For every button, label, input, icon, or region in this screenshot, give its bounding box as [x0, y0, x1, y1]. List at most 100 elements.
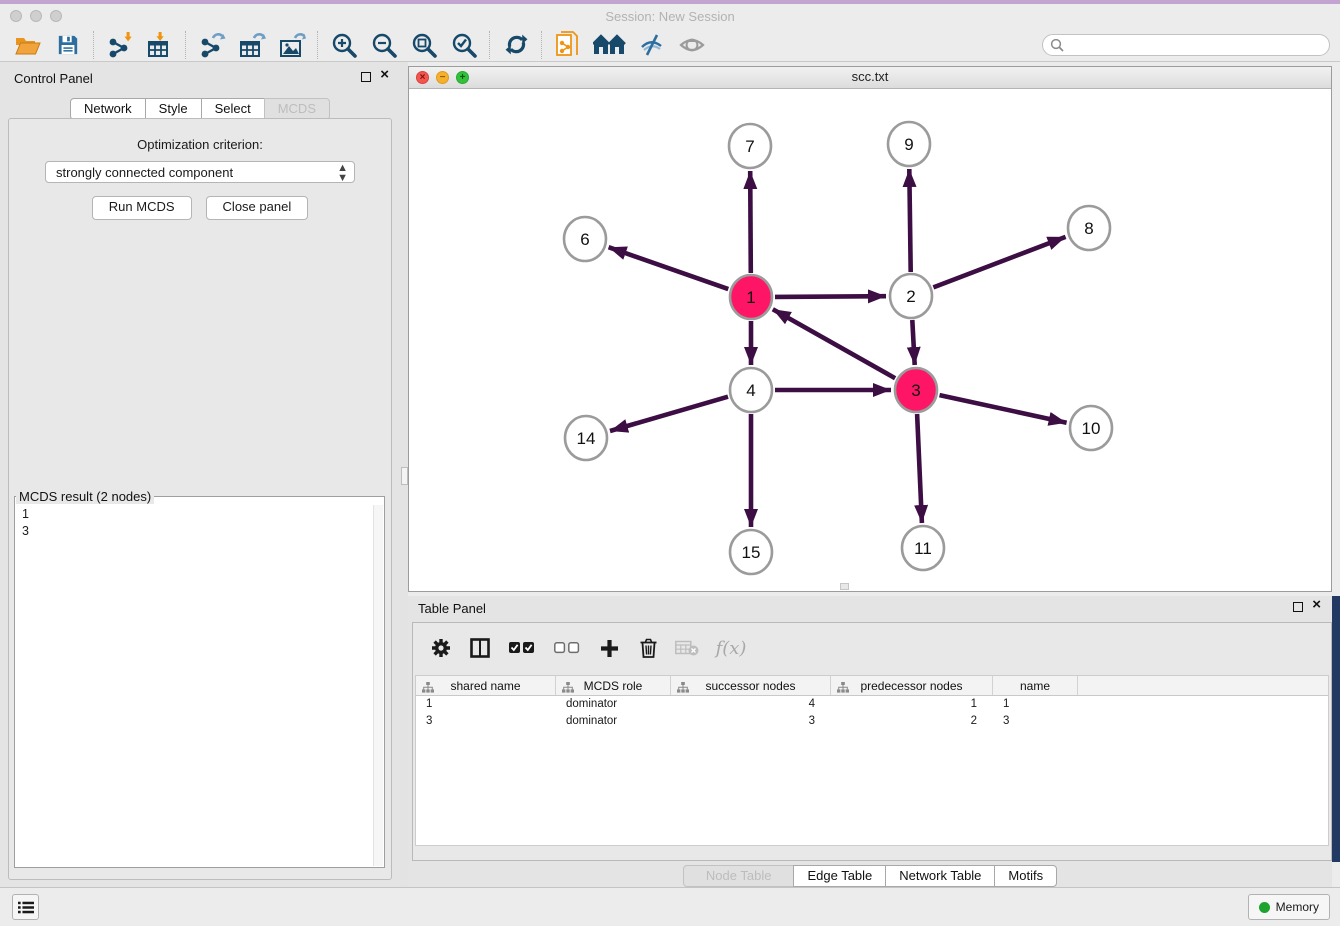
table-container: f(x) shared nameMCDS rolesuccessor nodes…	[412, 622, 1332, 861]
toggle-column-pane-button[interactable]	[468, 636, 492, 660]
memory-label: Memory	[1276, 900, 1319, 914]
network-graph[interactable]: 1234678910111415	[409, 88, 1331, 591]
eye-icon	[679, 34, 705, 56]
table-cell[interactable]: 2	[831, 715, 993, 727]
table-cell[interactable]: 1	[416, 698, 556, 710]
graph-edge-4-14[interactable]	[610, 397, 728, 431]
table-cell[interactable]: dominator	[556, 715, 671, 727]
export-network-button[interactable]	[192, 30, 232, 60]
tab-select[interactable]: Select	[201, 98, 265, 120]
tab-mcds[interactable]: MCDS	[264, 98, 330, 120]
float-panel-icon[interactable]	[361, 72, 371, 82]
panel-splitter[interactable]	[400, 62, 408, 888]
control-panel: Control Panel × Network Style Select MCD…	[0, 62, 400, 888]
import-table-button[interactable]	[140, 30, 180, 60]
graph-edge-3-10[interactable]	[940, 395, 1067, 423]
close-panel-icon[interactable]: ×	[380, 66, 389, 84]
float-table-panel-icon[interactable]	[1293, 602, 1303, 612]
show-graphics-details-button[interactable]	[672, 30, 712, 60]
network-window-titlebar[interactable]: × − + scc.txt	[409, 67, 1331, 89]
memory-button[interactable]: Memory	[1248, 894, 1330, 920]
graph-edge-2-9[interactable]	[909, 169, 910, 272]
open-session-button[interactable]	[8, 30, 48, 60]
table-row[interactable]: 1dominator411	[416, 696, 1328, 713]
graph-edge-1-6[interactable]	[609, 247, 729, 289]
zoom-in-button[interactable]	[324, 30, 364, 60]
delete-column-button[interactable]	[636, 636, 660, 660]
column-header-predecessor-nodes[interactable]: predecessor nodes	[831, 676, 993, 695]
table-body: 1dominator4113dominator323	[416, 696, 1328, 729]
run-mcds-button[interactable]: Run MCDS	[92, 196, 192, 220]
column-header-name[interactable]: name	[993, 676, 1078, 695]
refresh-network-button[interactable]	[496, 30, 536, 60]
column-header-label: name	[993, 679, 1077, 693]
table-cell[interactable]: 1	[993, 698, 1078, 710]
tab-style[interactable]: Style	[145, 98, 202, 120]
first-neighbors-button[interactable]	[588, 30, 632, 60]
table-cell[interactable]: 3	[416, 715, 556, 727]
graph-edge-2-8[interactable]	[933, 237, 1065, 288]
close-panel-button[interactable]: Close panel	[206, 196, 309, 220]
houses-icon	[593, 34, 627, 56]
show-log-button[interactable]	[12, 894, 39, 920]
column-header-successor-nodes[interactable]: successor nodes	[671, 676, 831, 695]
hide-graphics-details-button[interactable]	[632, 30, 672, 60]
create-column-button[interactable]	[597, 636, 621, 660]
close-table-panel-icon[interactable]: ×	[1312, 596, 1321, 614]
checked-boxes-icon	[509, 642, 535, 654]
tab-edge-table[interactable]: Edge Table	[793, 865, 886, 887]
zoom-selected-button[interactable]	[444, 30, 484, 60]
table-cell[interactable]: 3	[671, 715, 831, 727]
table-cell[interactable]: 3	[993, 715, 1078, 727]
import-network-button[interactable]	[100, 30, 140, 60]
tab-motifs[interactable]: Motifs	[994, 865, 1057, 887]
column-header-label: shared name	[416, 679, 555, 693]
network-resize-grip[interactable]	[840, 583, 849, 590]
splitter-grip[interactable]	[401, 467, 408, 485]
mcds-result-line: 3	[22, 523, 373, 540]
graph-edge-3-11[interactable]	[917, 414, 922, 523]
column-header-shared-name[interactable]: shared name	[416, 676, 556, 695]
column-header-MCDS-role[interactable]: MCDS role	[556, 676, 671, 695]
select-all-columns-button[interactable]	[507, 636, 537, 660]
table-cell[interactable]: dominator	[556, 698, 671, 710]
table-row[interactable]: 3dominator323	[416, 713, 1328, 730]
zoom-fit-button[interactable]	[404, 30, 444, 60]
graph-edge-1-7[interactable]	[750, 171, 751, 273]
delete-table-icon	[675, 640, 699, 656]
graph-node-label: 8	[1084, 219, 1093, 238]
control-panel-tabs: Network Style Select MCDS	[0, 98, 400, 120]
graph-edge-2-3[interactable]	[912, 320, 914, 365]
graph-node-label: 10	[1082, 419, 1101, 438]
tab-node-table[interactable]: Node Table	[683, 865, 795, 887]
table-type-tabs: Node Table Edge Table Network Table Moti…	[408, 865, 1332, 887]
column-type-icon	[562, 680, 574, 698]
zoom-out-icon	[371, 32, 397, 58]
save-disk-icon	[57, 34, 79, 56]
export-table-button[interactable]	[232, 30, 272, 60]
mcds-result-list[interactable]: 13	[15, 504, 373, 867]
save-session-button[interactable]	[48, 30, 88, 60]
tab-network-table[interactable]: Network Table	[885, 865, 995, 887]
table-header-row: shared nameMCDS rolesuccessor nodesprede…	[416, 676, 1328, 696]
graph-edge-3-1[interactable]	[773, 309, 895, 378]
status-bar: Memory	[0, 887, 1340, 926]
memory-status-dot	[1259, 902, 1270, 913]
toolbar-search[interactable]	[1042, 34, 1330, 56]
network-canvas[interactable]: 1234678910111415	[409, 88, 1331, 591]
optimization-criterion-select[interactable]: strongly connected component ▲▼	[45, 161, 355, 183]
search-input[interactable]	[1064, 37, 1308, 53]
table-cell[interactable]: 4	[671, 698, 831, 710]
new-network-from-selection-button[interactable]	[548, 30, 588, 60]
table-cell[interactable]: 1	[831, 698, 993, 710]
zoom-out-button[interactable]	[364, 30, 404, 60]
export-image-button[interactable]	[272, 30, 312, 60]
tab-network[interactable]: Network	[70, 98, 146, 120]
graph-edge-1-2[interactable]	[775, 296, 886, 297]
result-scrollbar[interactable]	[373, 505, 383, 866]
deselect-all-columns-button[interactable]	[552, 636, 582, 660]
table-settings-button[interactable]	[429, 636, 453, 660]
desktop-edge-strip	[1332, 596, 1340, 862]
export-image-icon	[279, 32, 306, 58]
toolbar-separator	[317, 31, 319, 59]
